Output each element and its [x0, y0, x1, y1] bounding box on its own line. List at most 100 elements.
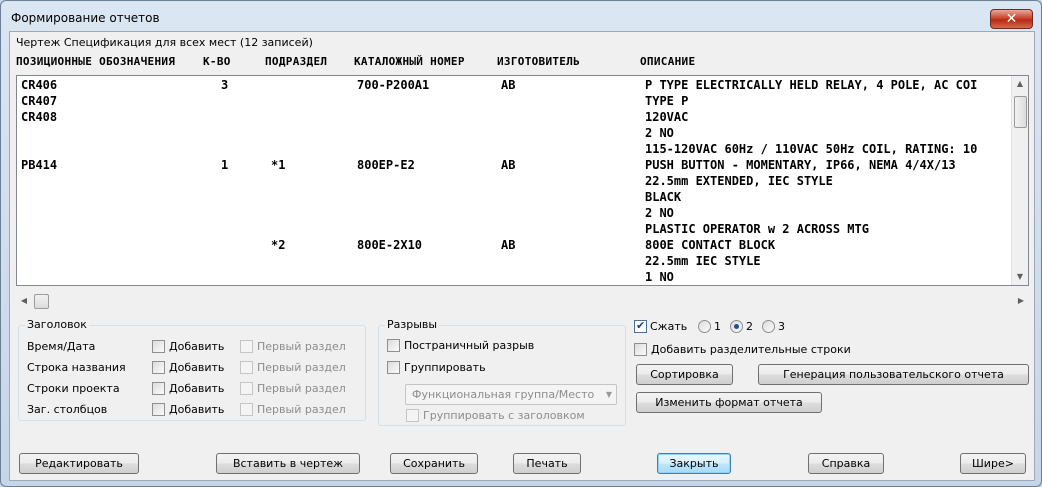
change-format-button[interactable]: Изменить формат отчета	[636, 392, 822, 413]
cell-catalog: 800EP-E2	[357, 158, 415, 172]
radio-3-label: 3	[778, 320, 785, 333]
col-header-mfr[interactable]: ИЗГОТОВИТЕЛЬ	[497, 55, 580, 68]
first-section-label: Первый раздел	[257, 361, 346, 374]
col-header-description[interactable]: ОПИСАНИЕ	[640, 55, 695, 68]
compress-checkbox[interactable]	[634, 319, 647, 333]
cell-refdes: CR406	[21, 78, 58, 92]
page-break-checkbox[interactable]	[387, 339, 400, 352]
horizontal-scroll-thumb[interactable]	[34, 294, 49, 309]
horizontal-scrollbar[interactable]: ◀ ▶	[16, 293, 1029, 310]
vertical-scrollbar[interactable]: ▲ ▼	[1011, 76, 1028, 285]
add-separator-lines-label: Добавить разделительные строки	[651, 343, 851, 356]
col-header-qty[interactable]: К-ВО	[203, 55, 231, 68]
breaks-group: Разрывы Постраничный разрыв Группировать…	[378, 318, 626, 426]
close-icon[interactable]: ✕	[990, 9, 1033, 29]
report-window: Формирование отчетов ✕ Чертеж Спецификац…	[0, 0, 1042, 487]
scroll-left-icon[interactable]: ◀	[16, 293, 32, 309]
add-label: Добавить	[169, 340, 225, 353]
cell-catalog: 800E-2X10	[357, 238, 423, 252]
first-section-title-checkbox[interactable]	[240, 361, 253, 374]
print-button[interactable]: Печать	[513, 453, 581, 474]
compress-label: Сжать	[650, 320, 688, 333]
close-button[interactable]: Закрыть	[657, 453, 731, 474]
cell-refdes: CR407	[21, 94, 58, 108]
group-by-select[interactable]: Функциональная группа/Место ▼	[405, 384, 617, 405]
group-with-header-label: Группировать с заголовком	[423, 409, 585, 422]
cell-description: P TYPE ELECTRICALLY HELD RELAY, 4 POLE, …	[645, 78, 978, 92]
sort-button[interactable]: Сортировка	[636, 364, 733, 385]
add-column-headers-checkbox[interactable]	[152, 403, 165, 416]
cell-description: TYPE P	[645, 94, 689, 108]
header-item-label: Заг. столбцов	[27, 403, 108, 416]
cell-description: 800E CONTACT BLOCK	[645, 238, 776, 252]
chevron-down-icon: ▼	[605, 390, 612, 399]
breaks-group-label: Разрывы	[385, 318, 440, 331]
radio-1[interactable]	[698, 320, 711, 333]
cell-description: 22.5mm EXTENDED, IEC STYLE	[645, 174, 833, 188]
add-project-lines-checkbox[interactable]	[152, 382, 165, 395]
first-section-label: Первый раздел	[257, 403, 346, 416]
group-checkbox[interactable]	[387, 361, 400, 374]
window-title: Формирование отчетов	[11, 11, 160, 25]
report-subtitle: Чертеж Спецификация для всех мест (12 за…	[16, 36, 313, 49]
add-label: Добавить	[169, 361, 225, 374]
scroll-right-icon[interactable]: ▶	[1013, 293, 1029, 309]
scroll-down-icon[interactable]: ▼	[1012, 269, 1028, 285]
cell-refdes: CR408	[21, 110, 58, 124]
scroll-thumb[interactable]	[1014, 96, 1027, 128]
radio-3[interactable]	[762, 320, 775, 333]
cell-description: 115-120VAC 60Hz / 110VAC 50Hz COIL, RATI…	[645, 142, 978, 156]
save-button[interactable]: Сохранить	[390, 453, 478, 474]
radio-2-label: 2	[746, 320, 753, 333]
custom-report-button[interactable]: Генерация пользовательского отчета	[758, 364, 1029, 385]
header-item-label: Строка названия	[27, 361, 126, 374]
group-with-header-checkbox[interactable]	[406, 409, 419, 422]
add-datetime-checkbox[interactable]	[152, 340, 165, 353]
col-header-catalog[interactable]: КАТАЛОЖНЫЙ НОМЕР	[354, 55, 465, 68]
scroll-up-icon[interactable]: ▲	[1012, 76, 1028, 92]
cell-refdes: PB414	[21, 158, 58, 172]
radio-1-label: 1	[714, 320, 721, 333]
add-separator-lines-checkbox[interactable]	[634, 343, 647, 356]
header-item-label: Строки проекта	[27, 382, 120, 395]
cell-description: 120VAC	[645, 110, 689, 124]
add-label: Добавить	[169, 382, 225, 395]
cell-qty: 3	[221, 78, 229, 92]
header-group: Заголовок Время/Дата Добавить Первый раз…	[18, 318, 366, 421]
cell-catalog: 700-P200A1	[357, 78, 430, 92]
cell-mfr: AB	[501, 158, 516, 172]
first-section-label: Первый раздел	[257, 340, 346, 353]
cell-subassy: *2	[271, 238, 286, 252]
cell-description: 2 NO	[645, 126, 674, 140]
cell-description: 22.5mm IEC STYLE	[645, 254, 761, 268]
cell-mfr: AB	[501, 78, 516, 92]
cell-subassy: *1	[271, 158, 286, 172]
cell-description: PUSH BUTTON - MOMENTARY, IP66, NEMA 4/4X…	[645, 158, 956, 172]
insert-into-drawing-button[interactable]: Вставить в чертеж	[216, 453, 360, 474]
cell-description: 2 NO	[645, 206, 674, 220]
report-grid[interactable]: CR406 3 700-P200A1 AB P TYPE ELECTRICALLY HE…	[16, 75, 1029, 286]
cell-description: BLACK	[645, 190, 682, 204]
cell-qty: 1	[221, 158, 229, 172]
first-section-datetime-checkbox[interactable]	[240, 340, 253, 353]
dialog-body: Чертеж Спецификация для всех мест (12 за…	[9, 31, 1035, 481]
header-group-label: Заголовок	[25, 318, 89, 331]
col-header-subassy[interactable]: ПОДРАЗДЕЛ	[265, 55, 327, 68]
first-section-label: Первый раздел	[257, 382, 346, 395]
add-title-line-checkbox[interactable]	[152, 361, 165, 374]
group-by-value: Функциональная группа/Место	[412, 388, 595, 401]
col-header-refdes[interactable]: ПОЗИЦИОННЫЕ ОБОЗНАЧЕНИЯ	[16, 55, 175, 68]
cell-description: PLASTIC OPERATOR w 2 ACROSS MTG	[645, 222, 869, 236]
first-section-project-checkbox[interactable]	[240, 382, 253, 395]
wider-button[interactable]: Шире>	[960, 453, 1026, 474]
help-button[interactable]: Справка	[808, 453, 884, 474]
radio-2[interactable]	[730, 320, 743, 333]
page-break-label: Постраничный разрыв	[404, 339, 535, 352]
first-section-columns-checkbox[interactable]	[240, 403, 253, 416]
cell-description: 1 NO	[645, 270, 674, 284]
group-label: Группировать	[404, 361, 486, 374]
cell-mfr: AB	[501, 238, 516, 252]
edit-button[interactable]: Редактировать	[19, 453, 139, 474]
header-item-label: Время/Дата	[27, 340, 96, 353]
add-label: Добавить	[169, 403, 225, 416]
